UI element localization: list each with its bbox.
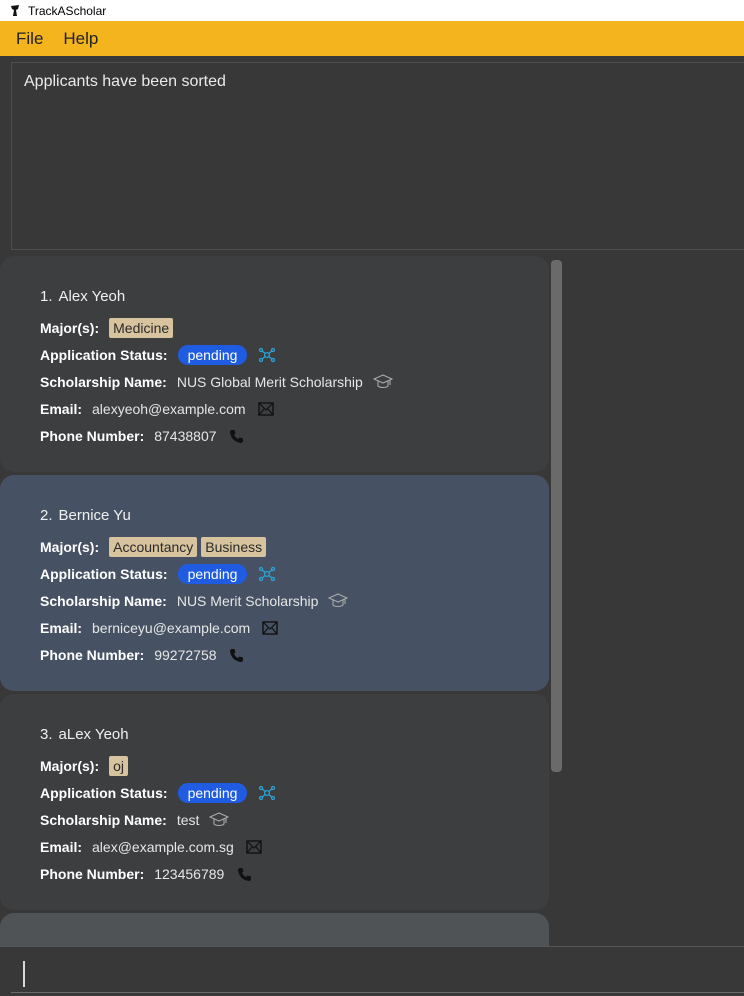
- menu-help[interactable]: Help: [53, 29, 108, 49]
- app-logo-icon: [8, 4, 22, 18]
- result-message: Applicants have been sorted: [24, 73, 226, 90]
- scholarship-row: Scholarship Name: NUS Merit Scholarship: [40, 588, 509, 614]
- status-row: Application Status: pending: [40, 342, 509, 368]
- applicant-index: 2.: [40, 507, 53, 524]
- envelope-icon: [260, 618, 280, 638]
- applicant-card[interactable]: 3. aLex Yeoh Major(s): oj Application Sta…: [0, 694, 549, 910]
- email-row: Email: alex@example.com.sg: [40, 834, 509, 860]
- applicant-list[interactable]: 1. Alex Yeoh Major(s): Medicine Applicati…: [0, 256, 550, 946]
- email-value: alex@example.com.sg: [92, 839, 234, 855]
- graduation-cap-icon: [328, 591, 349, 611]
- network-icon: [257, 345, 277, 365]
- major-tag: Business: [201, 537, 267, 557]
- window-title: TrackAScholar: [28, 3, 107, 18]
- phone-icon: [227, 645, 247, 665]
- majors-row: Major(s): Accountancy Business: [40, 534, 509, 560]
- status-label: Application Status:: [40, 566, 168, 582]
- email-value: berniceyu@example.com: [92, 620, 251, 636]
- applicant-list-panel: 1. Alex Yeoh Major(s): Medicine Applicati…: [0, 256, 744, 946]
- scholarship-name: NUS Merit Scholarship: [176, 593, 319, 609]
- applicant-name: Alex Yeoh: [58, 288, 126, 305]
- applicant-index: 3.: [40, 726, 53, 743]
- email-label: Email:: [40, 839, 83, 855]
- scholarship-row: Scholarship Name: test: [40, 807, 509, 833]
- major-tag: Medicine: [109, 318, 174, 338]
- phone-label: Phone Number:: [40, 866, 145, 882]
- majors-row: Major(s): Medicine: [40, 315, 509, 341]
- email-row: Email: berniceyu@example.com: [40, 615, 509, 641]
- applicant-name: aLex Yeoh: [58, 726, 129, 743]
- major-tag: Accountancy: [109, 537, 198, 557]
- phone-value: 99272758: [154, 647, 217, 663]
- applicant-name: Bernice Yu: [58, 507, 131, 524]
- scholarship-label: Scholarship Name:: [40, 812, 167, 828]
- email-label: Email:: [40, 401, 83, 417]
- status-row: Application Status: pending: [40, 561, 509, 587]
- status-badge: pending: [177, 564, 248, 584]
- phone-label: Phone Number:: [40, 428, 145, 444]
- applicant-card-partial[interactable]: [0, 913, 549, 946]
- status-badge: pending: [177, 345, 248, 365]
- network-icon: [257, 783, 277, 803]
- email-value: alexyeoh@example.com: [92, 401, 246, 417]
- phone-value: 123456789: [154, 866, 225, 882]
- scholarship-label: Scholarship Name:: [40, 593, 167, 609]
- graduation-cap-icon: [372, 372, 393, 392]
- majors-row: Major(s): oj: [40, 753, 509, 779]
- applicant-name-row: 2. Bernice Yu: [40, 507, 509, 524]
- phone-row: Phone Number: 87438807: [40, 423, 509, 449]
- applicant-name-row: 3. aLex Yeoh: [40, 726, 509, 743]
- list-scrollbar[interactable]: [551, 260, 562, 772]
- major-tag: oj: [109, 756, 129, 776]
- applicant-card[interactable]: 1. Alex Yeoh Major(s): Medicine Applicati…: [0, 256, 549, 472]
- status-label: Application Status:: [40, 347, 168, 363]
- text-caret: [23, 961, 25, 987]
- email-label: Email:: [40, 620, 83, 636]
- command-input[interactable]: [11, 953, 744, 993]
- menu-bar: File Help: [0, 21, 744, 56]
- status-row: Application Status: pending: [40, 780, 509, 806]
- envelope-icon: [244, 837, 264, 857]
- graduation-cap-icon: [209, 810, 230, 830]
- majors-label: Major(s):: [40, 320, 100, 336]
- phone-icon: [234, 864, 254, 884]
- applicant-card-selected[interactable]: 2. Bernice Yu Major(s): Accountancy Busin…: [0, 475, 549, 691]
- command-box: [0, 946, 744, 996]
- scholarship-name: NUS Global Merit Scholarship: [176, 374, 363, 390]
- majors-label: Major(s):: [40, 758, 100, 774]
- network-icon: [257, 564, 277, 584]
- phone-row: Phone Number: 99272758: [40, 642, 509, 668]
- phone-label: Phone Number:: [40, 647, 145, 663]
- email-row: Email: alexyeoh@example.com: [40, 396, 509, 422]
- scholarship-row: Scholarship Name: NUS Global Merit Schol…: [40, 369, 509, 395]
- majors-label: Major(s):: [40, 539, 100, 555]
- applicant-index: 1.: [40, 288, 53, 305]
- envelope-icon: [256, 399, 276, 419]
- phone-value: 87438807: [154, 428, 217, 444]
- status-label: Application Status:: [40, 785, 168, 801]
- applicant-name-row: 1. Alex Yeoh: [40, 288, 509, 305]
- status-badge: pending: [177, 783, 248, 803]
- title-bar: TrackAScholar: [0, 0, 744, 21]
- result-display: Applicants have been sorted: [11, 62, 744, 250]
- scholarship-name: test: [176, 812, 200, 828]
- phone-row: Phone Number: 123456789: [40, 861, 509, 887]
- menu-file[interactable]: File: [6, 29, 53, 49]
- scholarship-label: Scholarship Name:: [40, 374, 167, 390]
- phone-icon: [227, 426, 247, 446]
